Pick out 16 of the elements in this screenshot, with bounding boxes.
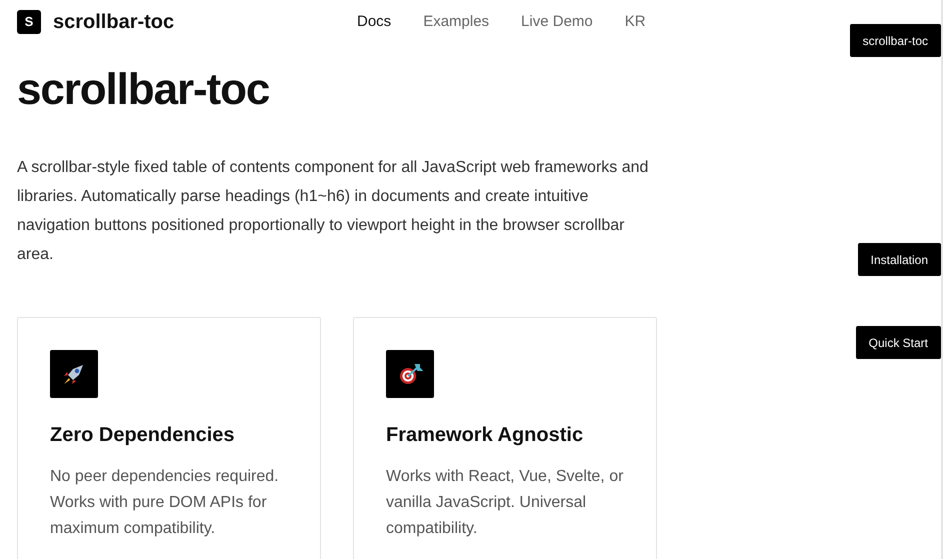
toc-button[interactable]: Quick Start [856, 326, 941, 359]
page-title: scrollbar-toc [17, 64, 270, 116]
nav-link[interactable]: Live Demo [521, 10, 593, 34]
feature-description: No peer dependencies required. Works with pure DOM APIs for maximum compatibility. [50, 467, 280, 539]
brand-name[interactable]: scrollbar-toc [53, 7, 174, 37]
nav-link[interactable]: Examples [423, 10, 490, 34]
feature-title: Framework Agnostic [386, 423, 584, 448]
nav-link[interactable]: KR [624, 10, 646, 34]
feature-title: Zero Dependencies [50, 423, 236, 448]
feature-description: Works with React, Vue, Svelte, or vanilla JavaScript. Universal compatibility. [386, 467, 624, 539]
toc-button[interactable]: Installation [858, 243, 941, 276]
logo-icon[interactable]: S [17, 10, 41, 34]
toc-button[interactable]: scrollbar-toc [850, 24, 941, 57]
intro-paragraph: A scrollbar-style fixed table of contents component for all JavaScript web frameworks and libraries. Automatically parse headings (h1~h6) in documents and create intuitive navigation buttons positioned proportionally to viewport height in the browser scrollbar area. [17, 158, 650, 265]
dart-target-icon [397, 361, 423, 387]
nav-link[interactable]: Docs [357, 10, 392, 34]
